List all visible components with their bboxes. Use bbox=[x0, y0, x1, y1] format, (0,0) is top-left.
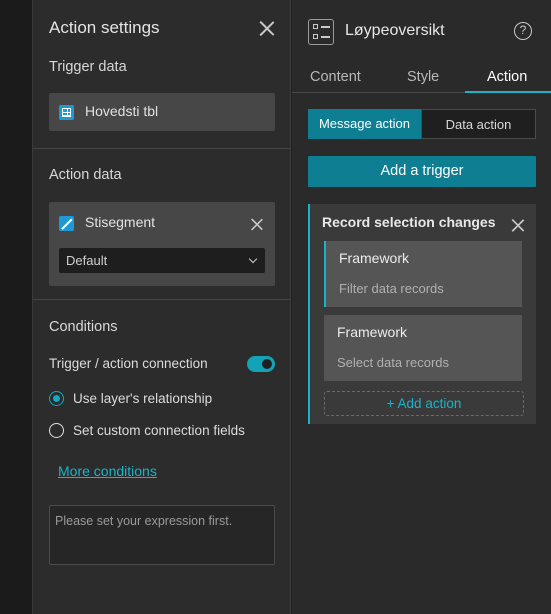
connection-label: Trigger / action connection bbox=[49, 356, 208, 371]
chevron-down-icon bbox=[248, 254, 258, 264]
tab-action[interactable]: Action bbox=[487, 69, 527, 85]
action-settings-panel: Action settings Trigger data Hovedsti tb… bbox=[33, 0, 291, 614]
radio-use-relationship[interactable] bbox=[49, 391, 64, 406]
panel-title: Action settings bbox=[49, 18, 160, 37]
trigger-data-label: Trigger data bbox=[49, 59, 127, 75]
settings-tabs: Content Style Action bbox=[292, 62, 551, 93]
radio-use-relationship-label[interactable]: Use layer's relationship bbox=[73, 391, 212, 406]
radio-custom-fields[interactable] bbox=[49, 423, 64, 438]
divider bbox=[33, 299, 291, 300]
add-action-button[interactable]: + Add action bbox=[324, 391, 524, 416]
action-description: Select data records bbox=[337, 355, 450, 370]
radio-custom-fields-label[interactable]: Set custom connection fields bbox=[73, 423, 245, 438]
widget-settings-panel: Løypeoversikt ? Content Style Action Mes… bbox=[292, 0, 551, 614]
action-item[interactable]: Framework Filter data records bbox=[324, 241, 522, 307]
toggle-knob bbox=[262, 359, 272, 369]
data-action-tab[interactable]: Data action bbox=[421, 109, 536, 139]
table-icon bbox=[59, 105, 74, 120]
close-icon[interactable] bbox=[259, 20, 275, 36]
action-name: Framework bbox=[337, 324, 408, 340]
remove-action-data-icon[interactable] bbox=[251, 218, 264, 231]
trigger-title: Record selection changes bbox=[322, 214, 496, 230]
trigger-data-field[interactable]: Hovedsti tbl bbox=[49, 93, 275, 131]
line-layer-icon bbox=[59, 216, 74, 231]
action-data-field[interactable]: Stisegment bbox=[49, 202, 275, 286]
left-sidebar-strip bbox=[0, 0, 33, 614]
action-data-value: Stisegment bbox=[85, 214, 156, 230]
connection-toggle[interactable] bbox=[247, 356, 275, 372]
expression-placeholder: Please set your expression first. bbox=[55, 514, 233, 528]
remove-trigger-icon[interactable] bbox=[511, 218, 525, 232]
active-tab-indicator bbox=[465, 91, 551, 93]
more-conditions-link[interactable]: More conditions bbox=[58, 463, 157, 479]
trigger-data-value: Hovedsti tbl bbox=[85, 103, 159, 119]
tab-content[interactable]: Content bbox=[310, 69, 361, 85]
action-description: Filter data records bbox=[339, 281, 444, 296]
list-widget-icon bbox=[308, 19, 334, 45]
action-data-dropdown[interactable]: Default bbox=[59, 248, 265, 273]
widget-title: Løypeoversikt bbox=[345, 22, 445, 39]
action-name: Framework bbox=[339, 250, 410, 266]
help-icon[interactable]: ? bbox=[514, 22, 532, 40]
trigger-card: Record selection changes Framework Filte… bbox=[308, 204, 536, 424]
message-action-tab[interactable]: Message action bbox=[308, 109, 421, 139]
add-trigger-button[interactable]: Add a trigger bbox=[308, 156, 536, 187]
conditions-label: Conditions bbox=[49, 319, 118, 335]
expression-box[interactable]: Please set your expression first. bbox=[49, 505, 275, 565]
action-data-label: Action data bbox=[49, 167, 122, 183]
tab-style[interactable]: Style bbox=[407, 69, 439, 85]
action-item[interactable]: Framework Select data records bbox=[324, 315, 522, 381]
dropdown-value: Default bbox=[66, 253, 108, 268]
divider bbox=[33, 148, 291, 149]
